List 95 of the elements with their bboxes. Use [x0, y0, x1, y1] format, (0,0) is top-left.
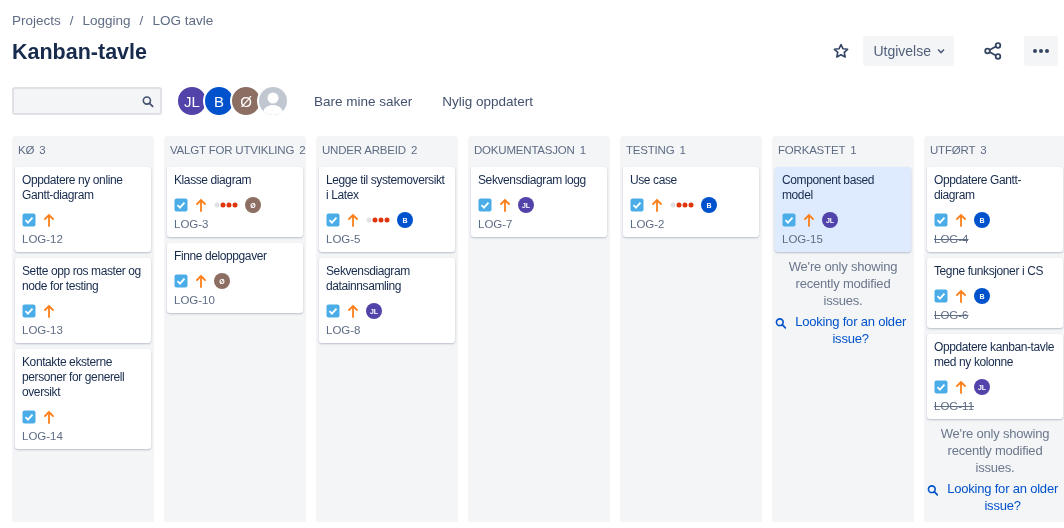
task-icon — [22, 410, 36, 424]
issue-key[interactable]: LOG-3 — [174, 217, 209, 231]
issue-count: 2 — [299, 144, 306, 158]
search-field[interactable] — [12, 87, 162, 115]
up-arrow-icon — [499, 198, 511, 212]
column-title: UTFØRT — [930, 144, 976, 158]
up-arrow-icon — [43, 304, 55, 318]
issue-card[interactable]: Oppdatere ny online Gantt-diagram LOG-12 — [15, 167, 151, 252]
search-icon — [775, 316, 787, 330]
card-title: Sette opp ros master og node for testing — [22, 264, 142, 294]
issue-count: 3 — [39, 144, 46, 158]
more-button[interactable] — [1024, 36, 1058, 66]
issue-key[interactable]: LOG-12 — [22, 232, 63, 246]
quick-filter[interactable]: Nylig oppdatert — [434, 88, 542, 114]
card-title: Finne deloppgaver — [174, 249, 268, 264]
up-arrow-icon — [347, 304, 359, 318]
breadcrumb-link[interactable]: LOG tavle — [152, 13, 214, 31]
column-title: VALGT FOR UTVIKLING — [170, 144, 295, 158]
issue-key[interactable]: LOG-4 — [934, 232, 969, 246]
task-icon — [326, 304, 340, 318]
up-arrow-icon — [43, 213, 55, 227]
issue-key[interactable]: LOG-14 — [22, 429, 63, 443]
button-label: Utgivelse — [873, 43, 931, 59]
issue-key[interactable]: LOG-13 — [22, 323, 63, 337]
card-title: Oppdatere kanban-tavle med ny kolonne — [934, 340, 1055, 370]
card-title: Kontakte eksterne personer for generell oversikt — [22, 355, 126, 400]
issue-count: 1 — [679, 144, 686, 158]
breadcrumb-link[interactable]: Logging — [82, 13, 131, 31]
card-title: Use case — [630, 173, 678, 188]
card-title: Legge til systemoversikt i Latex — [326, 173, 446, 203]
card-title: Tegne funksjoner i CS — [934, 264, 1044, 279]
up-arrow-icon — [195, 198, 207, 212]
older-issue-link[interactable]: Looking for an older issue? — [790, 313, 911, 347]
issue-count: 2 — [410, 144, 418, 158]
breadcrumb-link[interactable]: Projects — [12, 13, 61, 31]
breadcrumb-separator: / — [139, 13, 144, 30]
up-arrow-icon — [195, 274, 207, 288]
task-icon — [22, 213, 36, 227]
issue-card[interactable]: Kontakte eksterne personer for generell oversikt LOG-14 — [15, 349, 151, 449]
empty-notice: We're only showing recently modified issues. — [939, 425, 1051, 476]
card-title: Sekvensdiagram logg — [478, 173, 587, 188]
card-title: Klasse diagram — [174, 173, 253, 188]
search-icon — [927, 483, 939, 497]
issue-count: 1 — [579, 144, 586, 158]
issue-count: 3 — [980, 144, 987, 158]
up-arrow-icon — [347, 213, 359, 227]
up-arrow-icon — [43, 410, 55, 424]
user-avatar[interactable]: B — [203, 85, 235, 117]
task-icon — [782, 213, 796, 227]
release-button[interactable]: Utgivelse — [863, 36, 954, 66]
issue-key[interactable]: LOG-6 — [934, 308, 969, 322]
up-arrow-icon — [955, 289, 967, 303]
issue-key[interactable]: LOG-2 — [630, 217, 665, 231]
user-avatar[interactable]: JL — [176, 85, 208, 117]
more-icon — [1033, 49, 1049, 53]
task-icon — [630, 198, 644, 212]
issue-key[interactable]: LOG-10 — [174, 293, 215, 307]
breadcrumb-separator: / — [69, 13, 74, 30]
share-icon — [984, 42, 1002, 60]
column-title: FORKASTET — [778, 144, 846, 158]
up-arrow-icon — [955, 213, 967, 227]
task-icon — [174, 198, 188, 212]
card-title: Oppdatere ny online Gantt-diagram — [22, 173, 124, 203]
task-icon — [326, 213, 340, 227]
up-arrow-icon — [803, 213, 815, 227]
issue-key[interactable]: LOG-8 — [326, 323, 361, 337]
task-icon — [22, 304, 36, 318]
task-icon — [934, 380, 948, 394]
card-title: Component based model — [782, 173, 876, 203]
task-icon — [934, 289, 948, 303]
up-arrow-icon — [651, 198, 663, 212]
quick-filter[interactable]: Bare mine saker — [306, 88, 421, 114]
issue-card[interactable]: Sette opp ros master og node for testing LOG-13 — [15, 258, 151, 343]
column-title: UNDER ARBEID — [322, 144, 406, 158]
up-arrow-icon — [955, 380, 967, 394]
card-title: Oppdatere Gantt-diagram — [934, 173, 1022, 203]
column-title: DOKUMENTASJON — [474, 144, 575, 158]
column-title: TESTING — [626, 144, 675, 158]
issue-key[interactable]: LOG-5 — [326, 232, 361, 246]
older-issue-link[interactable]: Looking for an older issue? — [942, 480, 1063, 514]
user-avatar[interactable]: Ø — [230, 85, 262, 117]
issue-key[interactable]: LOG-7 — [478, 217, 513, 231]
task-icon — [478, 198, 492, 212]
issue-key[interactable]: LOG-11 — [934, 399, 975, 413]
issue-key[interactable]: LOG-15 — [782, 232, 823, 246]
empty-notice: We're only showing recently modified issues. — [787, 258, 899, 309]
issue-count: 1 — [850, 144, 857, 158]
column-title: KØ — [18, 144, 35, 158]
card-title: Sekvensdiagram datainnsamling — [326, 264, 411, 294]
page-title: Kanban-tavle — [12, 39, 148, 65]
star-icon — [833, 43, 850, 59]
task-icon — [934, 213, 948, 227]
task-icon — [174, 274, 188, 288]
chevron-down-icon — [937, 48, 945, 54]
search-icon — [142, 94, 154, 108]
